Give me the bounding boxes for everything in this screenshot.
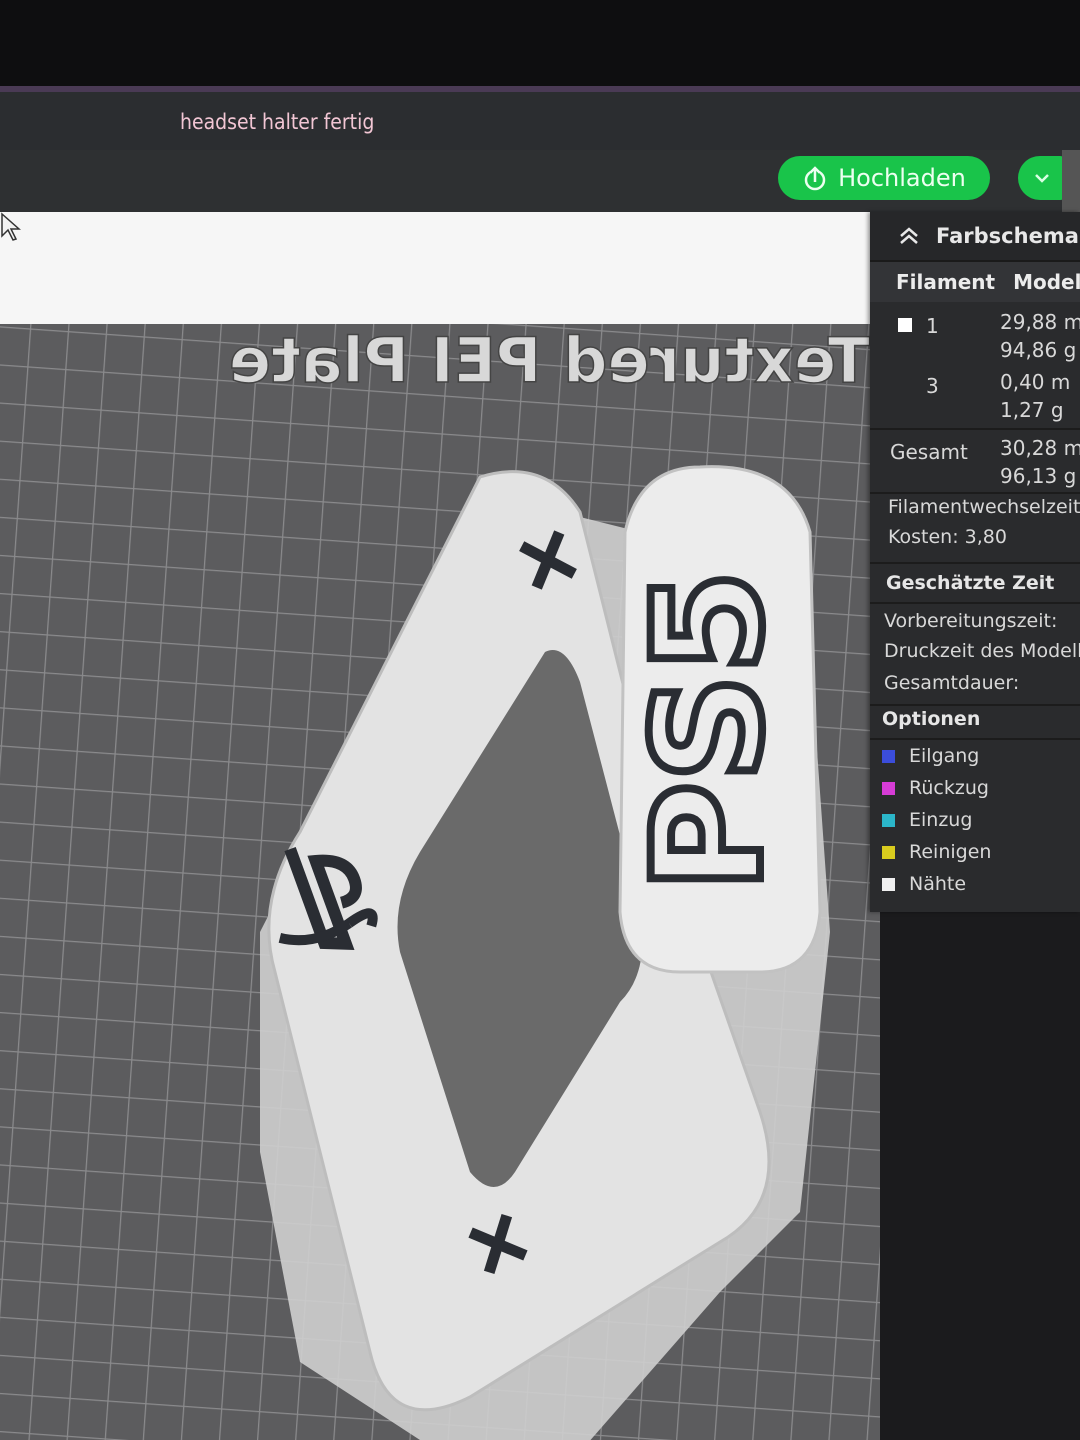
chevron-up-icon[interactable] (898, 225, 920, 247)
legend-swatch (882, 877, 895, 891)
option-item-retract[interactable]: Rückzug (870, 772, 1080, 804)
toolbar: Hochladen (0, 150, 1080, 212)
ps5-logo: PS5 (618, 566, 800, 896)
panel-header[interactable]: Farbschema (870, 212, 1080, 262)
options-title: Optionen (882, 708, 981, 730)
upload-icon (804, 166, 826, 191)
total-label: Gesamt (890, 440, 968, 464)
model-column-header: Modell (1013, 270, 1080, 294)
mouse-cursor (1, 212, 21, 241)
plate-label: Textured PEI Plate (229, 324, 870, 397)
project-title: headset halter fertig (180, 110, 375, 134)
total-row: Gesamt 30,28 m 96,13 g (870, 434, 1080, 490)
filament-swatch (898, 318, 912, 332)
total-length: 30,28 m (1000, 436, 1080, 460)
title-bar: headset halter fertig (0, 92, 1080, 151)
filament-weight: 94,86 g (1000, 338, 1077, 362)
toolbar-strip (0, 212, 878, 324)
divider (870, 602, 1080, 604)
filament-row: 1 29,88 m 94,86 g (870, 308, 1080, 364)
column-headers: Filament Modell (870, 262, 1080, 302)
filament-column-header: Filament (896, 270, 996, 294)
legend-swatch (882, 781, 895, 795)
option-label: Nähte (909, 873, 967, 895)
plate-scene: Textured PEI Plate PS5 (0, 212, 880, 1440)
estimated-time-title: Geschätzte Zeit (886, 572, 1055, 594)
total-weight: 96,13 g (1000, 464, 1077, 488)
filament-length: 0,40 m (1000, 370, 1071, 394)
legend-swatch (882, 845, 895, 859)
color-scheme-label: Farbschema (936, 224, 1079, 248)
filament-id: 3 (926, 374, 939, 398)
option-item-travel[interactable]: Eilgang (870, 740, 1080, 772)
filament-id: 1 (926, 314, 939, 338)
filament-length: 29,88 m (1000, 310, 1080, 334)
toolbar-edge (1062, 150, 1080, 212)
svg-text:PS5: PS5 (622, 570, 796, 892)
legend-swatch (882, 813, 895, 827)
stats-panel: Farbschema Filament Modell 1 29,88 m 94,… (870, 212, 1080, 912)
filament-row: 3 0,40 m 1,27 g (870, 368, 1080, 424)
divider (870, 428, 1080, 430)
monitor-bezel (0, 0, 1080, 92)
upload-button-label: Hochladen (838, 164, 966, 192)
divider (870, 704, 1080, 706)
chevron-down-icon (1035, 174, 1049, 183)
option-label: Rückzug (909, 777, 989, 799)
legend-swatch (882, 749, 895, 763)
option-item-seams[interactable]: Nähte (870, 868, 1080, 900)
cost-label: Kosten: 3,80 (888, 526, 1007, 548)
option-label: Reinigen (909, 841, 992, 863)
divider (870, 492, 1080, 494)
model-print-time-label: Druckzeit des Modell (884, 640, 1080, 662)
divider (870, 562, 1080, 564)
option-item-wipe[interactable]: Reinigen (870, 836, 1080, 868)
option-label: Einzug (909, 809, 973, 831)
option-item-deretract[interactable]: Einzug (870, 804, 1080, 836)
filament-weight: 1,27 g (1000, 398, 1064, 422)
total-duration-label: Gesamtdauer: (884, 672, 1020, 694)
3d-viewport[interactable]: Textured PEI Plate PS5 (0, 212, 880, 1440)
prep-time-label: Vorbereitungszeit: (884, 610, 1058, 632)
upload-options-button[interactable] (1018, 156, 1066, 200)
option-label: Eilgang (909, 745, 980, 767)
filament-change-time-label: Filamentwechselzeit (888, 496, 1080, 518)
upload-button[interactable]: Hochladen (778, 156, 990, 200)
